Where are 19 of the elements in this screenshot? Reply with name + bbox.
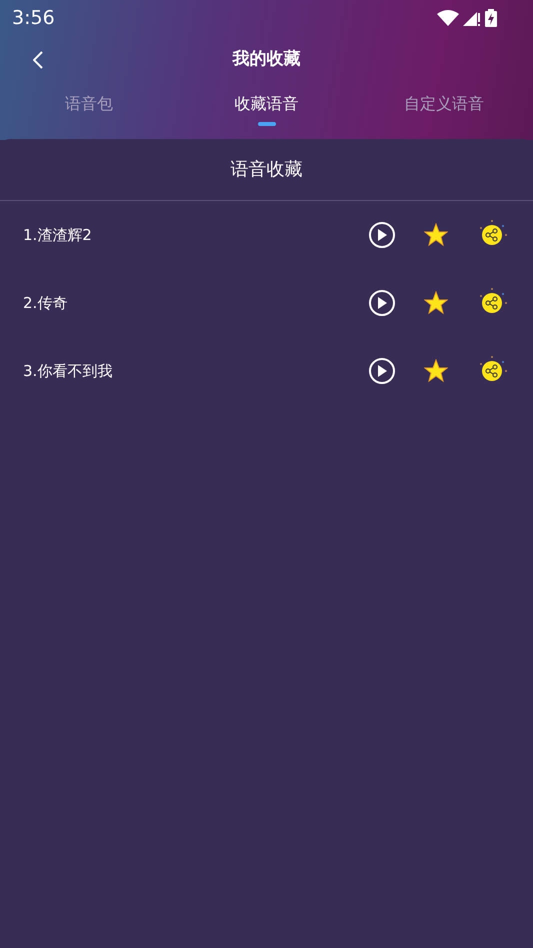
voice-title: 3.你看不到我 — [23, 360, 114, 382]
play-button[interactable] — [369, 222, 395, 248]
play-icon — [377, 297, 387, 309]
status-time: 3:56 — [12, 6, 55, 31]
wifi-icon — [437, 10, 459, 26]
tab[interactable]: 收藏语音 — [178, 92, 356, 126]
voice-title: 1.渣渣辉2 — [23, 224, 93, 246]
back-icon — [33, 51, 43, 69]
play-icon — [377, 229, 387, 241]
voice-title: 2.传奇 — [23, 292, 68, 314]
play-button[interactable] — [369, 290, 395, 316]
panel-title: 语音收藏 — [230, 158, 302, 182]
play-button[interactable] — [369, 358, 395, 384]
signal-icon — [463, 10, 481, 26]
battery-icon — [485, 9, 497, 27]
tab[interactable]: 语音包 — [0, 92, 178, 126]
tab[interactable]: 自定义语音 — [355, 92, 533, 126]
play-icon — [377, 365, 387, 377]
page-title: 我的收藏 — [232, 48, 300, 72]
